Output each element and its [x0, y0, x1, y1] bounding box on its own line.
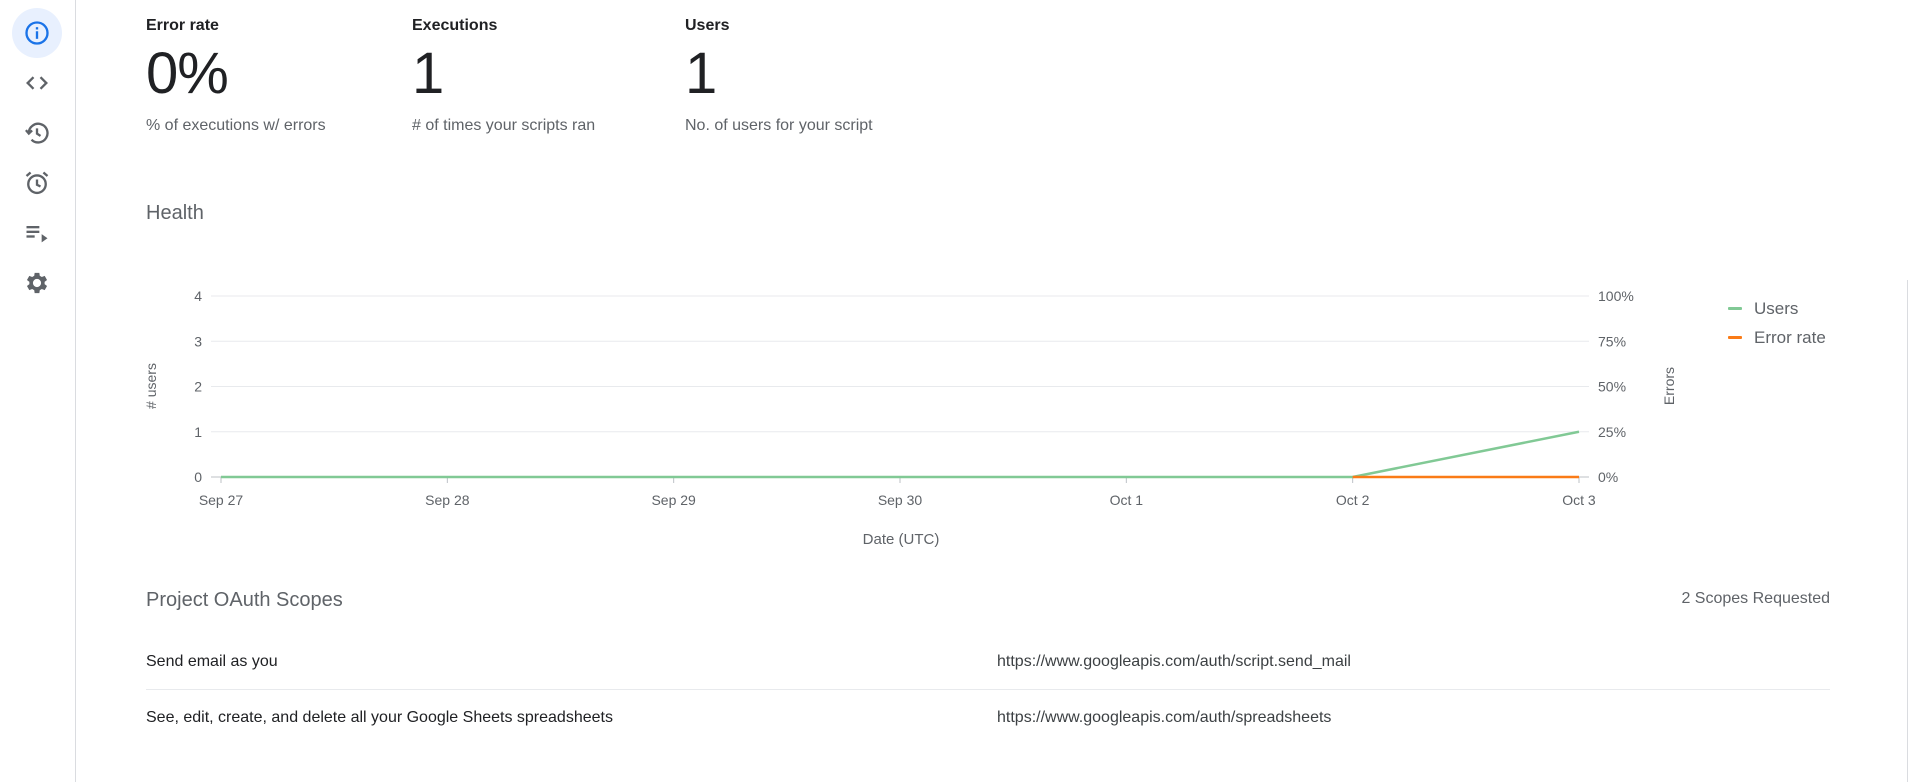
health-chart: 0 1 2 3 4 0% 25% 50% 75% 100% Sep 27 Sep 28 Sep 29 Se…	[143, 288, 1677, 548]
metric-value: 1	[412, 41, 444, 106]
y2-axis-title: Errors	[1661, 367, 1677, 405]
series-line-users	[221, 430, 1580, 479]
y2-tick-label: 100%	[1598, 288, 1634, 304]
scopes-count: 2 Scopes Requested	[1681, 590, 1830, 607]
sidebar-item-versions[interactable]	[12, 108, 62, 158]
scopes-title: Project OAuth Scopes	[146, 589, 343, 611]
y2-tick-label: 75%	[1598, 333, 1626, 349]
chart-legend: Users Error rate	[1728, 294, 1826, 352]
legend-label: Users	[1754, 298, 1799, 318]
info-icon	[25, 21, 49, 45]
history-icon	[25, 122, 49, 144]
app: Error rate 0% % of executions w/ errors …	[0, 0, 1908, 782]
scope-description: Send email as you	[146, 652, 278, 670]
y2-tick-label: 25%	[1598, 424, 1626, 440]
sidebar-rail	[0, 0, 76, 782]
y2-tick-label: 50%	[1598, 379, 1626, 395]
y-tick-label: 3	[194, 333, 202, 349]
x-tick-label: Oct 3	[1562, 492, 1596, 508]
sidebar-item-settings[interactable]	[12, 258, 62, 308]
sidebar-item-triggers[interactable]	[12, 158, 62, 208]
playlist-play-icon	[26, 226, 48, 243]
legend-item-users[interactable]: Users	[1728, 294, 1826, 323]
metric-label: Executions	[412, 17, 498, 34]
scope-url: https://www.googleapis.com/auth/script.s…	[997, 652, 1351, 670]
legend-swatch-error-rate	[1728, 336, 1742, 339]
x-tick-label: Oct 1	[1110, 492, 1144, 508]
scope-description: See, edit, create, and delete all your G…	[146, 709, 613, 726]
y-axis-title: # users	[143, 363, 159, 409]
scope-url: https://www.googleapis.com/auth/spreadsh…	[997, 709, 1332, 726]
metric-label: Error rate	[146, 17, 219, 34]
legend-item-error-rate[interactable]: Error rate	[1728, 323, 1826, 352]
legend-label: Error rate	[1754, 327, 1826, 347]
health-title: Health	[146, 202, 204, 224]
x-tick-label: Sep 28	[425, 492, 470, 508]
y2-tick-label: 0%	[1598, 469, 1618, 485]
x-axis-title: Date (UTC)	[863, 531, 940, 548]
x-tick-label: Sep 29	[651, 492, 696, 508]
metric-executions: Executions 1 # of times your scripts ran	[412, 17, 595, 135]
scope-row: See, edit, create, and delete all your G…	[146, 690, 1830, 746]
alarm-icon	[25, 171, 49, 195]
metric-users: Users 1 No. of users for your script	[685, 17, 873, 135]
code-icon	[26, 76, 48, 90]
metric-error-rate: Error rate 0% % of executions w/ errors	[146, 17, 326, 135]
x-tick-label: Sep 27	[199, 492, 244, 508]
metric-description: # of times your scripts ran	[412, 117, 596, 134]
sidebar-item-overview[interactable]	[12, 8, 62, 58]
metric-value: 0%	[146, 41, 229, 106]
metric-description: No. of users for your script	[685, 117, 873, 134]
x-tick-label: Sep 30	[878, 492, 923, 508]
y-tick-label: 2	[194, 379, 202, 395]
y-tick-label: 4	[194, 288, 202, 304]
scope-row: Send email as you https://www.googleapis…	[146, 634, 1830, 690]
metric-label: Users	[685, 17, 730, 34]
metric-description: % of executions w/ errors	[146, 117, 326, 134]
gear-icon	[26, 272, 48, 294]
metric-value: 1	[685, 41, 717, 106]
y-tick-label: 0	[194, 469, 202, 485]
y-tick-label: 1	[194, 424, 202, 440]
legend-swatch-users	[1728, 307, 1742, 310]
sidebar-item-executions[interactable]	[12, 208, 62, 258]
sidebar-item-editor[interactable]	[12, 58, 62, 108]
x-tick-label: Oct 2	[1336, 492, 1370, 508]
